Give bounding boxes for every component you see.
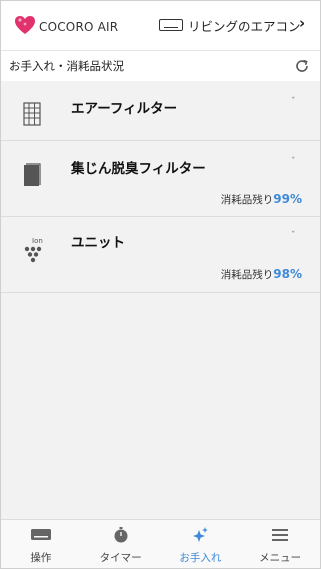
tab-label: 操作 [30,552,52,564]
air-conditioner-icon[interactable] [159,19,183,31]
bottom-tab-bar: 操作 タイマー お手入れ メニュー [1,519,320,568]
chevron-right-icon[interactable]: › [299,14,305,32]
list-item-air-filter[interactable]: エアーフィルター ˇ [1,81,320,141]
remaining-percent: 99% [273,192,302,206]
device-selector[interactable]: リビングのエアコン [188,16,301,35]
ion-unit-icon: Ion [24,237,43,263]
tab-label: タイマー [99,552,142,564]
item-title: ユニット [71,235,125,251]
item-title: エアーフィルター [71,101,178,117]
sparkle-icon [193,527,209,542]
list-item-deodorizing-filter[interactable]: 集じん脱臭フィルター ˇ 消耗品残り99% [1,141,320,217]
ion-text: Ion [32,237,43,245]
maintenance-list: エアーフィルター ˇ 集じん脱臭フィルター ˇ 消耗品残り99% Ion ユニッ… [1,81,320,293]
remaining-label: 消耗品残り [220,194,274,206]
tab-label: メニュー [259,552,302,564]
chevron-down-icon[interactable]: ˇ [291,231,296,241]
tab-operation[interactable]: 操作 [1,520,81,568]
refresh-icon[interactable] [293,57,311,75]
tab-maintenance[interactable]: お手入れ [161,520,241,568]
remaining-percent: 98% [273,267,302,281]
air-filter-icon [23,102,41,126]
menu-icon [272,529,289,541]
remote-control-icon [30,529,51,540]
remaining-label: 消耗品残り [220,269,274,281]
tab-timer[interactable]: タイマー [81,520,161,568]
consumable-remaining: 消耗品残り98% [221,267,302,282]
chevron-down-icon[interactable]: ˇ [291,157,296,167]
tab-label: お手入れ [179,552,222,564]
brand-name: COCORO AIR [39,20,119,34]
chevron-down-icon[interactable]: ˇ [291,97,296,107]
deodorizing-filter-icon [24,163,41,186]
tab-menu[interactable]: メニュー [240,520,320,568]
section-header: お手入れ・消耗品状況 [1,51,320,81]
section-title: お手入れ・消耗品状況 [9,59,124,73]
consumable-remaining: 消耗品残り99% [221,192,302,207]
list-item-unit[interactable]: Ion ユニット ˇ 消耗品残り98% [1,217,320,293]
app-header: COCORO AIR リビングのエアコン › [1,1,320,51]
timer-icon [114,527,128,543]
cocoro-heart-logo-icon [15,16,35,34]
item-title: 集じん脱臭フィルター [71,161,206,177]
